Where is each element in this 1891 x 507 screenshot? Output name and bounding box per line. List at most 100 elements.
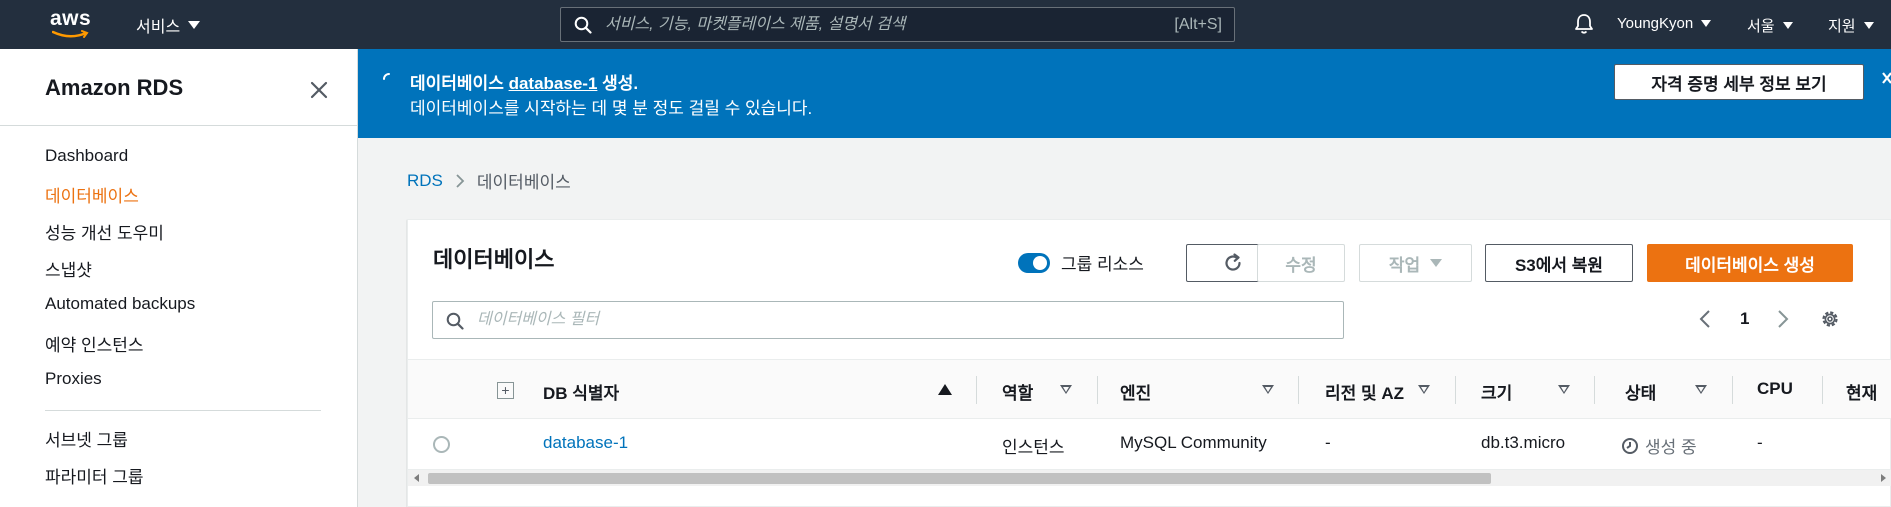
- column-header-cpu[interactable]: CPU: [1757, 379, 1793, 399]
- sort-icon[interactable]: [1695, 385, 1707, 394]
- cell-engine: MySQL Community: [1120, 433, 1267, 452]
- search-icon: [446, 312, 464, 330]
- services-label: 서비스: [136, 19, 181, 36]
- database-filter[interactable]: [432, 301, 1344, 339]
- breadcrumb: RDS 데이터베이스: [407, 168, 571, 193]
- sort-icon[interactable]: [1060, 385, 1072, 394]
- scroll-right-icon[interactable]: [1881, 474, 1886, 482]
- view-credentials-button[interactable]: 자격 증명 세부 정보 보기: [1614, 64, 1864, 100]
- cell-region-az: -: [1325, 433, 1331, 452]
- group-resources-label: 그룹 리소스: [1061, 255, 1144, 274]
- column-separator: [1455, 376, 1456, 404]
- column-header-status[interactable]: 상태: [1625, 379, 1656, 404]
- flash-message: 데이터베이스를 시작하는 데 몇 분 정도 걸릴 수 있습니다.: [410, 99, 813, 118]
- sidebar: Amazon RDS Dashboard 데이터베이스 성능 개선 도우미 스냅…: [0, 49, 358, 507]
- support-menu[interactable]: 지원: [1828, 15, 1874, 36]
- sidebar-header: Amazon RDS: [0, 49, 357, 126]
- global-search-input[interactable]: [605, 12, 1105, 38]
- expand-all-icon[interactable]: +: [497, 382, 514, 399]
- sidebar-item-databases[interactable]: 데이터베이스: [45, 182, 139, 207]
- chevron-right-icon[interactable]: [1776, 308, 1790, 330]
- column-header-identifier[interactable]: DB 식별자: [543, 379, 619, 404]
- aws-logo-text: aws: [50, 7, 92, 30]
- column-header-region-az[interactable]: 리전 및 AZ: [1325, 379, 1404, 404]
- user-menu[interactable]: YoungKyon: [1617, 15, 1712, 32]
- scroll-left-icon[interactable]: [414, 474, 419, 482]
- table-header: + DB 식별자 역할 엔진 리전 및 AZ 크기 상태 CPU 현재: [408, 359, 1891, 419]
- support-label: 지원: [1828, 18, 1856, 35]
- databases-panel: 데이터베이스 그룹 리소스 수정 작업 S3에서 복원 데이터베이스 생성 1: [407, 219, 1891, 507]
- rds-console: aws 서비스 [Alt+S] YoungKyon 서: [0, 0, 1891, 507]
- flash-title: 데이터베이스 database-1 생성.: [410, 69, 638, 94]
- restore-from-s3-button[interactable]: S3에서 복원: [1485, 244, 1633, 282]
- column-separator: [1822, 376, 1823, 404]
- database-filter-input[interactable]: [477, 308, 1297, 332]
- caret-down-icon: [1863, 22, 1874, 29]
- breadcrumb-current: 데이터베이스: [476, 173, 571, 192]
- sidebar-item-proxies[interactable]: Proxies: [45, 369, 102, 389]
- cell-status: 생성 중: [1621, 433, 1697, 458]
- column-header-role[interactable]: 역할: [1002, 379, 1033, 404]
- breadcrumb-rds-link[interactable]: RDS: [407, 171, 443, 191]
- column-separator: [1298, 376, 1299, 404]
- actions-label: 작업: [1388, 255, 1421, 275]
- column-header-size[interactable]: 크기: [1481, 379, 1512, 404]
- panel-title: 데이터베이스: [433, 247, 555, 272]
- page-number[interactable]: 1: [1740, 309, 1749, 329]
- status-text: 생성 중: [1645, 438, 1697, 457]
- dismiss-icon[interactable]: [1882, 71, 1891, 89]
- column-separator: [976, 376, 977, 404]
- sort-ascending-icon[interactable]: [938, 384, 952, 395]
- search-shortcut: [Alt+S]: [1174, 16, 1222, 33]
- caret-down-icon: [1701, 20, 1712, 27]
- global-search[interactable]: [Alt+S]: [560, 7, 1235, 42]
- create-database-button[interactable]: 데이터베이스 생성: [1647, 244, 1853, 282]
- caret-down-icon: [188, 21, 201, 29]
- row-select-radio[interactable]: [433, 436, 450, 453]
- sidebar-item-reserved-instances[interactable]: 예약 인스턴스: [45, 331, 144, 356]
- actions-button[interactable]: 작업: [1359, 244, 1472, 282]
- loading-spinner-icon: [383, 73, 390, 80]
- horizontal-scrollbar[interactable]: [408, 469, 1891, 486]
- gear-icon[interactable]: [1819, 308, 1841, 330]
- sidebar-item-snapshots[interactable]: 스냅샷: [45, 256, 92, 281]
- sidebar-item-automated-backups[interactable]: Automated backups: [45, 294, 195, 314]
- chevron-right-icon: [456, 173, 465, 188]
- notification-bell-icon[interactable]: [1574, 13, 1594, 35]
- sidebar-item-dashboard[interactable]: Dashboard: [45, 146, 128, 166]
- chevron-left-icon[interactable]: [1698, 308, 1712, 330]
- sidebar-item-parameter-groups[interactable]: 파라미터 그룹: [45, 463, 144, 488]
- database-identifier-link[interactable]: database-1: [543, 433, 628, 453]
- table-row: database-1 인스턴스 MySQL Community - db.t3.…: [408, 419, 1891, 469]
- sidebar-divider: [45, 410, 321, 411]
- refresh-icon: [1225, 253, 1241, 271]
- aws-smile-icon: [52, 30, 89, 38]
- region-menu[interactable]: 서울: [1747, 15, 1793, 36]
- sort-icon[interactable]: [1558, 385, 1570, 394]
- cell-role: 인스턴스: [1002, 438, 1065, 457]
- top-navigation: aws 서비스 [Alt+S] YoungKyon 서: [0, 0, 1891, 49]
- column-header-engine[interactable]: 엔진: [1120, 379, 1151, 404]
- column-separator: [1097, 376, 1098, 404]
- caret-down-icon: [1430, 259, 1443, 267]
- clock-icon: [1622, 437, 1638, 454]
- services-menu[interactable]: 서비스: [136, 13, 201, 37]
- flash-banner: 데이터베이스 database-1 생성. 데이터베이스를 시작하는 데 몇 분…: [358, 49, 1891, 138]
- flash-database-link[interactable]: database-1: [509, 74, 598, 93]
- group-resources-toggle[interactable]: [1018, 253, 1050, 273]
- modify-button[interactable]: 수정: [1257, 244, 1345, 282]
- flash-title-prefix: 데이터베이스: [410, 74, 504, 93]
- column-header-current[interactable]: 현재: [1846, 379, 1877, 404]
- user-name: YoungKyon: [1617, 15, 1694, 32]
- scrollbar-thumb[interactable]: [428, 473, 1491, 484]
- column-separator: [1594, 376, 1595, 404]
- sidebar-title: Amazon RDS: [45, 75, 184, 100]
- sort-icon[interactable]: [1262, 385, 1274, 394]
- aws-logo[interactable]: aws: [50, 8, 94, 42]
- close-icon[interactable]: [308, 79, 330, 101]
- caret-down-icon: [1782, 22, 1793, 29]
- sidebar-item-performance-insights[interactable]: 성능 개선 도우미: [45, 219, 164, 244]
- sort-icon[interactable]: [1418, 385, 1430, 394]
- cell-cpu: -: [1757, 433, 1763, 452]
- sidebar-item-subnet-groups[interactable]: 서브넷 그룹: [45, 426, 128, 451]
